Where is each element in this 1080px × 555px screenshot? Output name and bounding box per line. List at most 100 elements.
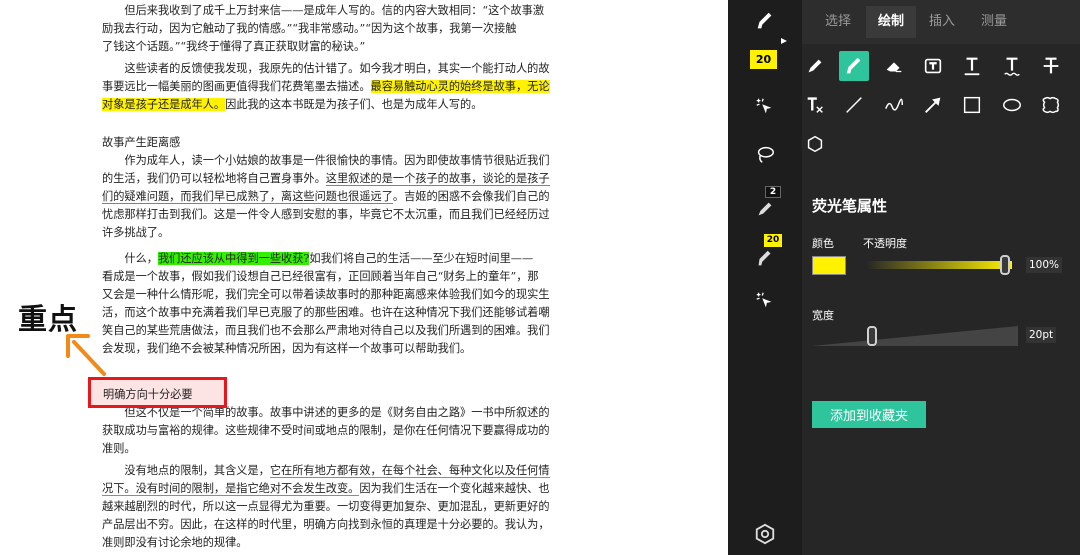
opacity-slider-thumb[interactable] xyxy=(1000,255,1010,275)
highlighter-icon xyxy=(846,57,861,74)
text-strikeout-icon xyxy=(1043,57,1059,74)
ellipse-tool[interactable] xyxy=(997,90,1027,120)
cloud-tool[interactable] xyxy=(1036,90,1066,120)
highlight-annotation[interactable]: 我们还应该从中得到一些收获? xyxy=(157,252,310,265)
rail-highlighter-button[interactable] xyxy=(750,6,780,36)
tab-measure[interactable]: 测量 xyxy=(972,6,1016,38)
eraser-tool[interactable] xyxy=(879,51,909,81)
text-run: 获取成功与富裕的规律。这些规律不受时间或地点的限制，是你在任何情况下要赢得成功的 xyxy=(102,424,550,437)
text-squiggly-icon xyxy=(1004,57,1020,76)
rectangle-icon xyxy=(963,96,981,114)
tab-select[interactable]: 选择 xyxy=(816,6,860,38)
freehand-tool[interactable] xyxy=(879,90,909,120)
add-to-favorites-button[interactable]: 添加到收藏夹 xyxy=(812,401,926,428)
width-slider[interactable] xyxy=(812,324,1018,348)
rectangle-tool[interactable] xyxy=(957,90,987,120)
text-run: 这些读者的反馈使我发现，我原先的估计错了。如今我才明白，其实一个能打动人的故 xyxy=(102,62,550,75)
text-run: 忧虑那样打击到我们。这是一件令人感到安慰的事，毕竟它不太沉重，而且我们已经经历过 xyxy=(102,208,550,221)
text-line: 故事产生距离感 xyxy=(102,135,180,151)
highlighter-icon xyxy=(758,250,771,266)
text-line: 产品层出不穷。因此，在这样的时代里，明确方向找到永恒的真理是十分必要的。我认为， xyxy=(102,517,550,533)
text-line: 没有地点的限制，其含义是，它在所有地方都有效，在每个社会、每种文化以及任何情 xyxy=(102,463,550,479)
opacity-slider[interactable] xyxy=(866,255,1014,275)
text-line: 况下。没有时间的限制，是指它绝对不会发生改变。因为我们生活在一个变化越来越快、也 xyxy=(102,481,550,497)
underline-annotation[interactable]: 它在所有地方都有效，在每个社会、每种文化以及任何情 xyxy=(269,464,550,478)
highlight-annotation[interactable]: 对象是孩子还是成年人。 xyxy=(102,98,226,111)
cloud-icon xyxy=(1042,96,1060,114)
expand-triangle-icon xyxy=(781,38,787,44)
text-run: 了钱这个话题。”“我终于懂得了真正获取财富的秘诀。” xyxy=(102,40,366,53)
main-size-badge: 20 xyxy=(750,50,777,69)
text-line: 准则即没有讨论余地的规律。 xyxy=(102,535,247,551)
polygon-icon xyxy=(807,135,823,153)
text-run: 如我们将自己的生活——至少在短时间里—— xyxy=(309,252,534,265)
width-value[interactable]: 20pt xyxy=(1026,327,1057,343)
pen-tool[interactable] xyxy=(800,51,830,81)
rail-pen-button[interactable] xyxy=(750,194,780,224)
rail-select-secondary-button[interactable] xyxy=(750,286,780,316)
highlighter-icon xyxy=(757,12,772,29)
underline-text-tool[interactable] xyxy=(957,51,987,81)
boxed-heading-text: 明确方向十分必要 xyxy=(103,388,193,401)
text-line: 励我去行动，因为它触动了我的情感。”“我非常感动。”“因为这个故事，我第一次接触 xyxy=(102,21,516,37)
text-line: 又会是一种什么情形呢，我们完全可以带着读故事时的那种距离感来体验我们如今的现实生 xyxy=(102,287,550,303)
annotation-panel: 20 2 20 选择 绘制 插入 测量 荧光笔属性 颜色 不透明度 100% 宽… xyxy=(728,0,1080,555)
strikeout-text-tool[interactable] xyxy=(1036,51,1066,81)
text-run: 越来越剧烈的时代，所以这一点显得尤为重要。一切变得更加复杂、更加混乱，更新更好的 xyxy=(102,500,550,513)
ellipse-icon xyxy=(1003,98,1021,112)
squiggly-text-tool[interactable] xyxy=(997,51,1027,81)
text-line: 作为成年人，读一个小姑娘的故事是一件很愉快的事情。因为即使故事情节很贴近我们 xyxy=(102,153,550,169)
text-run: 又会是一种什么情形呢，我们完全可以带着读故事时的那种距离感来体验我们如今的现实生 xyxy=(102,288,550,301)
text-run: 什么， xyxy=(102,252,158,265)
text-run: 励我去行动，因为它触动了我的情感。”“我非常感动。”“因为这个故事，我第一次接触 xyxy=(102,22,517,35)
tool-rail: 20 2 20 xyxy=(728,0,802,555)
highlighter-tool[interactable] xyxy=(839,51,869,81)
text-run: 会发现，我们绝不会被某种情况所困，因为有这样一个故事可以帮助我们。 xyxy=(102,342,472,355)
text-run: 事要远比一幅美丽的图画更值得我们花费笔墨去描述。 xyxy=(102,80,371,93)
tab-draw[interactable]: 绘制 xyxy=(866,6,916,38)
text-run: 因此我的这本书既是为孩子们、也是为成年人写的。 xyxy=(225,98,483,111)
text-run: 笑自己的某些荒唐做法，而且我们也不会那么严肃地对待自己以及我们所遇到的困难。我们 xyxy=(102,324,550,337)
clear-format-tool[interactable] xyxy=(800,90,830,120)
tab-insert[interactable]: 插入 xyxy=(920,6,964,38)
text-run: 的生活，我们仍可以轻松地将自己置身事外。 xyxy=(102,172,326,185)
text-run: 作为成年人，读一个小姑娘的故事是一件很愉快的事情。因为即使故事情节很贴近我们 xyxy=(102,154,550,167)
width-label: 宽度 xyxy=(812,309,834,322)
line-tool[interactable] xyxy=(839,90,869,120)
freehand-icon xyxy=(885,98,903,111)
width-slider-track xyxy=(812,326,1018,346)
underline-annotation[interactable]: 况下。没有时间的限制，是指它绝对不会发生改变。 xyxy=(102,482,360,496)
width-slider-thumb[interactable] xyxy=(867,326,877,346)
arrow-tool[interactable] xyxy=(918,90,948,120)
boxed-heading-annotation[interactable]: 明确方向十分必要 xyxy=(88,377,227,408)
text-line: 事要远比一幅美丽的图画更值得我们花费笔墨去描述。最容易触动心灵的始终是故事，无论 xyxy=(102,79,550,95)
line-icon xyxy=(846,97,862,113)
color-swatch[interactable] xyxy=(812,256,846,275)
polygon-tool[interactable] xyxy=(800,129,830,159)
text-line: 获取成功与富裕的规律。这些规律不受时间或地点的限制，是你在任何情况下要赢得成功的 xyxy=(102,423,550,439)
highlight-annotation[interactable]: 最容易触动心灵的始终是故事，无论 xyxy=(370,80,550,93)
text-line: 对象是孩子还是成年人。因此我的这本书既是为孩子们、也是为成年人写的。 xyxy=(102,97,482,113)
rail-highlighter-secondary-button[interactable] xyxy=(750,244,780,274)
text-run: 准则即没有讨论余地的规律。 xyxy=(102,536,248,549)
text-run: 因为我们生活在一个变化越来越快、也 xyxy=(359,482,550,495)
pen-icon xyxy=(808,59,822,73)
text-line: 们的疑难问题，而我们早已成熟了，离这些问题也很遥远了。吉姬的困惑不会像我们自己的 xyxy=(102,189,550,205)
text-run: 看成是一个故事，假如我们设想自己已经很富有，正回顾着当年自己“财务上的童年”，那 xyxy=(102,270,539,283)
text-box-tool[interactable] xyxy=(918,51,948,81)
text-run: 但后来我收到了成千上万封来信——是成年人写的。信的内容大致相同：“这个故事激 xyxy=(102,4,545,17)
rail-select-button[interactable] xyxy=(750,92,780,122)
text-line: 了钱这个话题。”“我终于懂得了真正获取财富的秘诀。” xyxy=(102,39,365,55)
opacity-value[interactable]: 100% xyxy=(1026,257,1063,273)
cursor-sparkle-icon xyxy=(756,292,772,308)
text-line: 忧虑那样打击到我们。这是一件令人感到安慰的事，毕竟它不太沉重，而且我们已经经历过 xyxy=(102,207,550,223)
text-line: 但后来我收到了成千上万封来信——是成年人写的。信的内容大致相同：“这个故事激 xyxy=(102,3,544,19)
properties-title: 荧光笔属性 xyxy=(812,197,888,215)
text-underline-icon xyxy=(964,57,980,76)
rail-settings-button[interactable] xyxy=(750,519,780,549)
eraser-icon xyxy=(886,62,902,73)
underline-annotation[interactable]: 这里叙述的是一个孩子的故事，谈论的是孩子 xyxy=(325,172,550,186)
text-run: 活，而这个故事中充满着我们早已克服了的那些困难。也许在这种情况下我们还能够试着嘲 xyxy=(102,306,550,319)
rail-lasso-button[interactable] xyxy=(750,140,780,170)
underline-annotation[interactable]: 们的疑难问题，而我们早已成熟了，离这些问题也很遥远了 xyxy=(102,190,393,204)
